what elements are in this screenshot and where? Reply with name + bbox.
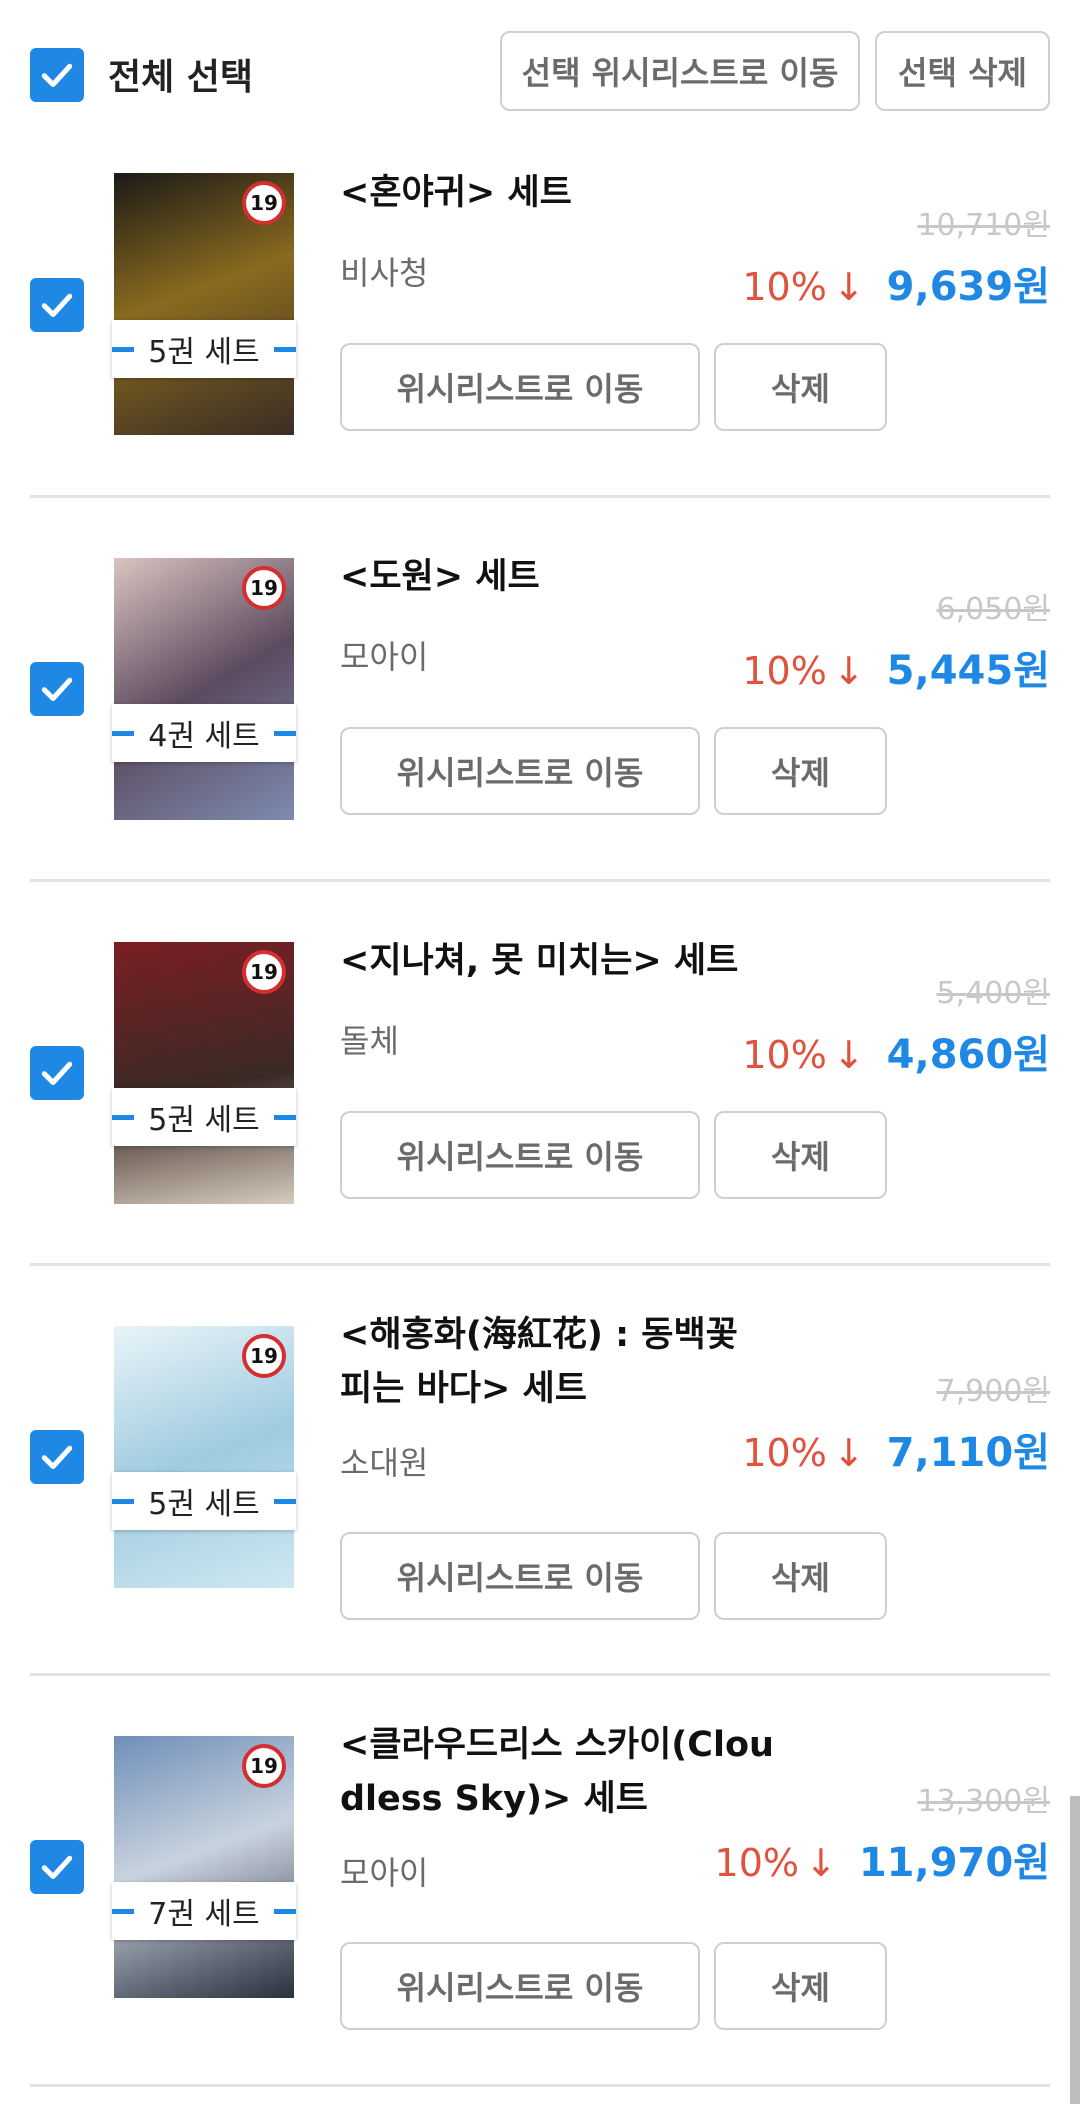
item-checkbox[interactable] — [30, 1430, 84, 1484]
book-title[interactable]: <클라우드리스 스카이(Cloudless Sky)> 세트 — [340, 1718, 780, 1826]
book-title[interactable]: <지나쳐, 못 미치는> 세트 — [340, 934, 780, 988]
book-title[interactable]: <해홍화(海紅花) : 동백꽃 피는 바다> 세트 — [340, 1308, 780, 1416]
book-author: 모아이 — [340, 638, 429, 676]
age-rating-badge: 19 — [242, 950, 286, 994]
move-to-wishlist-button[interactable]: 위시리스트로 이동 — [340, 1532, 700, 1620]
delete-button[interactable]: 삭제 — [714, 1111, 887, 1199]
down-arrow-icon: ↓ — [832, 1033, 865, 1077]
delete-selected-button[interactable]: 선택 삭제 — [875, 31, 1050, 111]
price-row: 10% ↓ 7,110원 — [742, 1420, 1050, 1478]
price-row: 10% ↓ 11,970원 — [715, 1830, 1050, 1888]
checkmark-icon — [41, 1061, 73, 1086]
book-cover[interactable]: 19 — [114, 942, 294, 1204]
book-title[interactable]: <도원> 세트 — [340, 550, 780, 604]
checkmark-icon — [41, 677, 73, 702]
original-price: 7,900원 — [936, 1374, 1050, 1409]
set-count-badge: 4권 세트 — [112, 704, 296, 762]
book-title[interactable]: <혼야귀> 세트 — [340, 166, 780, 220]
delete-button[interactable]: 삭제 — [714, 343, 887, 431]
divider — [30, 2084, 1050, 2087]
book-author: 비사청 — [340, 254, 429, 292]
book-cover[interactable]: 19 — [114, 1736, 294, 1998]
set-count-badge: 5권 세트 — [112, 320, 296, 378]
down-arrow-icon: ↓ — [805, 1841, 837, 1885]
age-rating-badge: 19 — [242, 1744, 286, 1788]
price-row: 10% ↓ 9,639원 — [742, 254, 1050, 312]
down-arrow-icon: ↓ — [832, 1431, 865, 1475]
checkmark-icon — [41, 1445, 73, 1470]
checkmark-icon — [41, 1855, 73, 1880]
book-author: 모아이 — [340, 1854, 429, 1892]
move-to-wishlist-button[interactable]: 위시리스트로 이동 — [340, 727, 700, 815]
divider — [30, 1263, 1050, 1266]
divider — [30, 879, 1050, 882]
sale-price: 4,860원 — [886, 1032, 1050, 1078]
sale-price: 9,639원 — [886, 264, 1050, 310]
divider — [30, 495, 1050, 498]
book-author: 돌체 — [340, 1022, 399, 1060]
discount-rate: 10% — [742, 1431, 827, 1475]
move-to-wishlist-button[interactable]: 위시리스트로 이동 — [340, 343, 700, 431]
sale-price: 5,445원 — [886, 648, 1050, 694]
move-selected-to-wishlist-button[interactable]: 선택 위시리스트로 이동 — [500, 31, 860, 111]
down-arrow-icon: ↓ — [832, 649, 865, 693]
discount-rate: 10% — [742, 1033, 827, 1077]
set-count-badge: 7권 세트 — [112, 1882, 296, 1940]
move-to-wishlist-button[interactable]: 위시리스트로 이동 — [340, 1942, 700, 2030]
cart-toolbar: 전체 선택 선택 위시리스트로 이동 선택 삭제 — [0, 0, 1080, 140]
discount-rate: 10% — [742, 649, 827, 693]
book-author: 소대원 — [340, 1444, 429, 1482]
price-row: 10% ↓ 4,860원 — [742, 1022, 1050, 1080]
sale-price: 7,110원 — [886, 1430, 1050, 1476]
original-price: 6,050원 — [936, 592, 1050, 627]
checkmark-icon — [41, 293, 73, 318]
divider — [30, 1673, 1050, 1676]
set-count-badge: 5권 세트 — [112, 1088, 296, 1146]
discount-rate: 10% — [742, 265, 827, 309]
set-count-badge: 5권 세트 — [112, 1472, 296, 1530]
age-rating-badge: 19 — [242, 1334, 286, 1378]
book-cover[interactable]: 19 — [114, 1326, 294, 1588]
age-rating-badge: 19 — [242, 566, 286, 610]
scrollbar[interactable] — [1070, 1796, 1080, 2104]
book-cover[interactable]: 19 — [114, 173, 294, 435]
select-all-label: 전체 선택 — [108, 57, 254, 98]
item-checkbox[interactable] — [30, 1840, 84, 1894]
delete-button[interactable]: 삭제 — [714, 1942, 887, 2030]
item-checkbox[interactable] — [30, 278, 84, 332]
item-checkbox[interactable] — [30, 662, 84, 716]
discount-rate: 10% — [714, 1841, 799, 1885]
delete-button[interactable]: 삭제 — [714, 727, 887, 815]
delete-button[interactable]: 삭제 — [714, 1532, 887, 1620]
select-all-checkbox[interactable] — [30, 48, 84, 102]
checkmark-icon — [41, 63, 73, 88]
sale-price: 11,970원 — [858, 1840, 1050, 1886]
original-price: 10,710원 — [917, 208, 1050, 243]
book-cover[interactable]: 19 — [114, 558, 294, 820]
price-row: 10% ↓ 5,445원 — [742, 638, 1050, 696]
original-price: 5,400원 — [936, 976, 1050, 1011]
item-checkbox[interactable] — [30, 1046, 84, 1100]
move-to-wishlist-button[interactable]: 위시리스트로 이동 — [340, 1111, 700, 1199]
down-arrow-icon: ↓ — [832, 265, 865, 309]
age-rating-badge: 19 — [242, 181, 286, 225]
original-price: 13,300원 — [917, 1784, 1050, 1819]
